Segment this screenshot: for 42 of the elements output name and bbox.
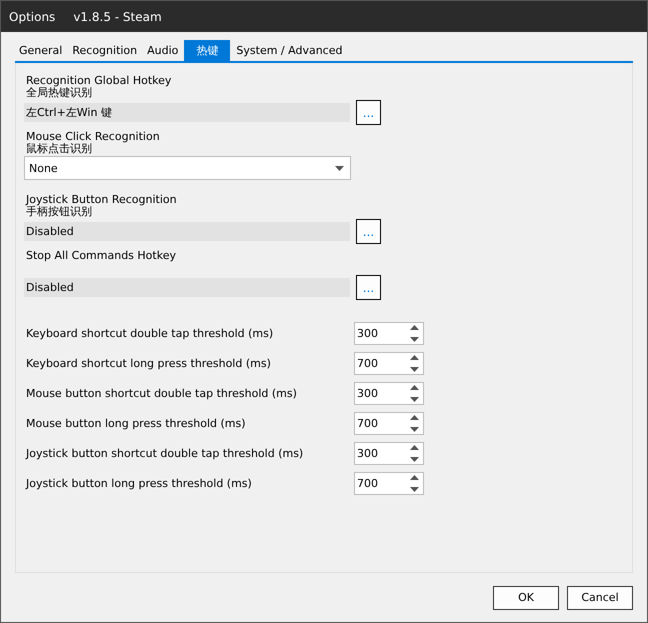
dropdown[interactable]: None — [24, 156, 351, 180]
browse-button[interactable]: ... — [356, 219, 381, 244]
setting-label: Mouse Click Recognition — [25, 131, 161, 143]
number-spinner[interactable]: 300 — [354, 322, 424, 345]
ok-button[interactable]: OK — [493, 586, 559, 610]
spinner-arrows-icon[interactable] — [410, 445, 419, 462]
window-title: Options — [9, 10, 56, 24]
caret-icon — [335, 166, 344, 170]
setting-label: Recognition Global Hotkey — [25, 75, 172, 87]
hotkey-field[interactable]: Disabled — [24, 222, 350, 241]
tab[interactable]: Audio — [143, 40, 182, 61]
number-spinner[interactable]: 300 — [354, 382, 424, 405]
number-spinner[interactable]: 700 — [354, 472, 424, 495]
threshold-label: Keyboard shortcut long press threshold (ms) — [25, 358, 271, 370]
setting-sublabel: 全局热键识别 — [25, 87, 93, 99]
spinner-arrows-icon[interactable] — [410, 475, 419, 492]
threshold-label: Keyboard shortcut double tap threshold (ms) — [25, 328, 274, 340]
threshold-label: Joystick button shortcut double tap threshold (ms) — [24, 448, 304, 460]
number-spinner[interactable]: 300 — [354, 442, 424, 465]
spinner-arrows-icon[interactable] — [410, 385, 419, 402]
threshold-label: Mouse button shortcut double tap threshold (ms) — [25, 388, 297, 400]
threshold-label: Joystick button long press threshold (ms) — [24, 478, 252, 490]
spinner-arrows-icon[interactable] — [410, 355, 419, 372]
setting-label: Joystick Button Recognition — [24, 194, 178, 206]
tab[interactable]: System / Advanced — [232, 40, 346, 61]
threshold-label: Mouse button long press threshold (ms) — [25, 418, 246, 430]
setting-label: Stop All Commands Hotkey — [25, 250, 177, 262]
number-spinner[interactable]: 700 — [354, 412, 424, 435]
browse-button[interactable]: ... — [356, 100, 381, 125]
version-text: v1.8.5 - Steam — [73, 10, 162, 24]
tab[interactable]: General — [15, 40, 66, 61]
setting-sublabel: 手柄按钮识别 — [26, 206, 93, 218]
hotkey-field[interactable]: Disabled — [24, 278, 350, 297]
browse-button[interactable]: ... — [356, 275, 381, 300]
spinner-arrows-icon[interactable] — [410, 415, 419, 432]
tab[interactable]: Recognition — [68, 40, 142, 61]
setting-sublabel: 鼠标点击识别 — [25, 143, 93, 155]
spinner-arrows-icon[interactable] — [410, 325, 419, 342]
cancel-button[interactable]: Cancel — [567, 586, 633, 610]
hotkey-field[interactable]: 左Ctrl+左Win 键 — [24, 103, 350, 122]
tab[interactable]: 热键 — [184, 40, 230, 61]
number-spinner[interactable]: 700 — [354, 352, 424, 375]
